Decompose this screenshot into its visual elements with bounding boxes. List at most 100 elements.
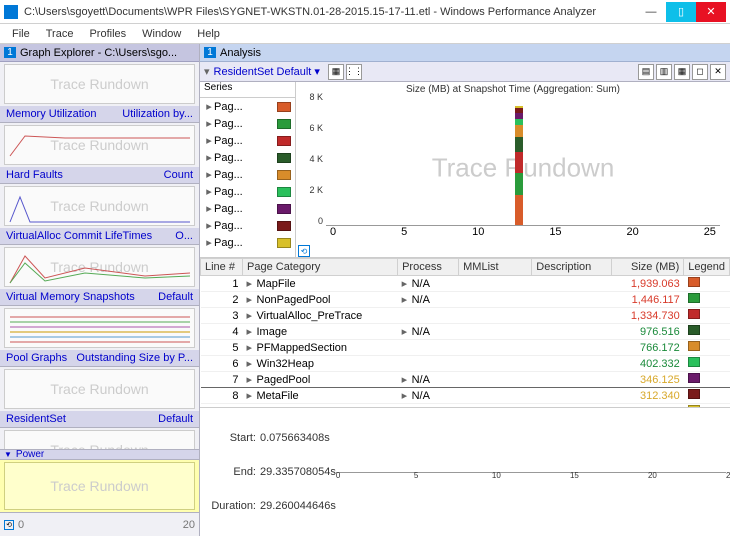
graph-thumbnail[interactable]: Trace Rundown [4, 430, 195, 449]
table-row[interactable]: 7 ▸PagedPool ▸N/A 346.125 [201, 372, 730, 388]
reset-zoom-icon[interactable]: ⟲ [4, 520, 14, 530]
menu-file[interactable]: File [4, 28, 38, 40]
close-pane-icon[interactable]: ✕ [710, 64, 726, 80]
expand-icon[interactable]: ▸ [204, 202, 214, 215]
column-header[interactable]: Description [532, 259, 612, 276]
cell-process [398, 356, 459, 372]
view-table-only-icon[interactable]: ▦ [674, 64, 690, 80]
graph-thumbnail[interactable]: Trace Rundown [4, 369, 195, 409]
view-split-icon[interactable]: ▥ [656, 64, 672, 80]
section-header[interactable]: VirtualAlloc Commit LifeTimesO... [0, 228, 199, 245]
table-row[interactable]: 5 ▸PFMappedSection 766.172 [201, 340, 730, 356]
column-header[interactable]: Line # [201, 259, 243, 276]
cell-category: ▸Image [243, 324, 398, 340]
graph-thumbnail[interactable]: Trace Rundown [4, 186, 195, 226]
maximize-pane-icon[interactable]: ◻ [692, 64, 708, 80]
minimize-button[interactable]: — [636, 2, 666, 22]
expand-icon[interactable]: ▸ [247, 325, 257, 338]
expand-icon[interactable]: ▸ [247, 277, 257, 290]
section-header[interactable]: Memory UtilizationUtilization by... [0, 106, 199, 123]
cell-size: 1,446.117 [612, 292, 684, 308]
cell-size: 312.340 [612, 388, 684, 404]
cell-line: 8 [201, 388, 243, 404]
cell-line: 1 [201, 276, 243, 292]
series-name: Pag... [214, 237, 277, 249]
column-header[interactable]: Legend [684, 259, 730, 276]
close-button[interactable]: ✕ [696, 2, 726, 22]
column-header[interactable]: Process [398, 259, 459, 276]
view-chart-only-icon[interactable]: ▤ [638, 64, 654, 80]
reset-zoom-icon[interactable]: ⟲ [298, 245, 310, 257]
expand-icon[interactable]: ▸ [247, 341, 257, 354]
expand-icon[interactable]: ▸ [204, 134, 214, 147]
section-header[interactable]: ResidentSetDefault [0, 411, 199, 428]
menu-window[interactable]: Window [134, 28, 189, 40]
expand-icon[interactable]: ▸ [204, 151, 214, 164]
expand-icon[interactable]: ▸ [247, 309, 257, 322]
expand-icon[interactable]: ▸ [204, 100, 214, 113]
series-item[interactable]: ▸Pag... [200, 200, 295, 217]
expand-icon[interactable]: ▸ [204, 219, 214, 232]
table-area[interactable]: Line #Page CategoryProcessMMListDescript… [200, 258, 730, 407]
table-row[interactable]: 8 ▸MetaFile ▸N/A 312.340 [201, 388, 730, 404]
column-header[interactable]: MMList [459, 259, 532, 276]
series-item[interactable]: ▸Pag... [200, 217, 295, 234]
section-header[interactable]: Virtual Memory SnapshotsDefault [0, 289, 199, 306]
table-row[interactable]: 2 ▸NonPagedPool ▸N/A 1,446.117 [201, 292, 730, 308]
graph-thumbnail[interactable] [4, 308, 195, 348]
menu-help[interactable]: Help [189, 28, 228, 40]
toolbar-icon-2[interactable]: ⋮⋮ [346, 64, 362, 80]
series-item[interactable]: ▸Pag... [200, 132, 295, 149]
graph-thumbnail[interactable]: Trace Rundown [4, 64, 195, 104]
plot-area[interactable]: Size (MB) at Snapshot Time (Aggregation:… [296, 82, 730, 257]
breadcrumb[interactable]: ResidentSet Default ▾ [214, 65, 320, 78]
series-item[interactable]: ▸Pag... [200, 166, 295, 183]
expand-icon[interactable]: ▸ [402, 293, 412, 306]
table-row[interactable]: 6 ▸Win32Heap 402.332 [201, 356, 730, 372]
cell-description [532, 308, 612, 324]
series-item[interactable]: ▸Pag... [200, 183, 295, 200]
maximize-button[interactable]: ▯ [666, 2, 696, 22]
analysis-header: 1 Analysis [200, 44, 730, 62]
series-item[interactable]: ▸Pag... [200, 149, 295, 166]
bar-segment [515, 173, 523, 195]
menu-profiles[interactable]: Profiles [81, 28, 134, 40]
expand-icon[interactable]: ▸ [204, 168, 214, 181]
footer-tick-end: 20 [183, 519, 195, 531]
table-row[interactable]: 3 ▸VirtualAlloc_PreTrace 1,334.730 [201, 308, 730, 324]
expand-icon[interactable]: ▸ [204, 117, 214, 130]
section-header[interactable]: Pool GraphsOutstanding Size by P... [0, 350, 199, 367]
expand-icon[interactable]: ▸ [247, 357, 257, 370]
expand-icon[interactable]: ▸ [247, 293, 257, 306]
bar-segment [515, 195, 523, 225]
chevron-down-icon[interactable]: ▾ [204, 65, 210, 78]
expand-icon[interactable]: ▸ [247, 389, 257, 402]
graph-thumbnail[interactable]: Trace Rundown [4, 247, 195, 287]
series-swatch [277, 204, 291, 214]
series-item[interactable]: ▸Pag... [200, 98, 295, 115]
expand-icon[interactable]: ▸ [402, 325, 412, 338]
power-thumbnail[interactable]: Trace Rundown [4, 462, 195, 510]
series-item[interactable]: ▸Pag... [200, 234, 295, 251]
menu-trace[interactable]: Trace [38, 28, 82, 40]
series-item[interactable]: ▸Pag... [200, 115, 295, 132]
expand-icon[interactable]: ▸ [204, 185, 214, 198]
column-header[interactable]: Page Category [243, 259, 398, 276]
analysis-title: Analysis [220, 47, 261, 59]
column-header[interactable]: Size (MB) [612, 259, 684, 276]
footer-ruler: 0510152025 [336, 472, 726, 476]
cell-mmlist [459, 276, 532, 292]
graph-thumbnail[interactable]: Trace Rundown [4, 125, 195, 165]
expand-icon[interactable]: ▸ [402, 373, 412, 386]
expand-icon[interactable]: ▸ [402, 389, 412, 402]
toolbar-icon-1[interactable]: ▦ [328, 64, 344, 80]
expand-icon[interactable]: ▸ [204, 236, 214, 249]
series-swatch [277, 119, 291, 129]
table-row[interactable]: 1 ▸MapFile ▸N/A 1,939.063 [201, 276, 730, 292]
section-header[interactable]: Hard FaultsCount [0, 167, 199, 184]
expand-icon[interactable]: ▸ [247, 373, 257, 386]
expand-icon[interactable]: ▸ [402, 277, 412, 290]
expander-power[interactable]: ▼ Power [0, 449, 199, 459]
cell-category: ▸PFMappedSection [243, 340, 398, 356]
table-row[interactable]: 4 ▸Image ▸N/A 976.516 [201, 324, 730, 340]
